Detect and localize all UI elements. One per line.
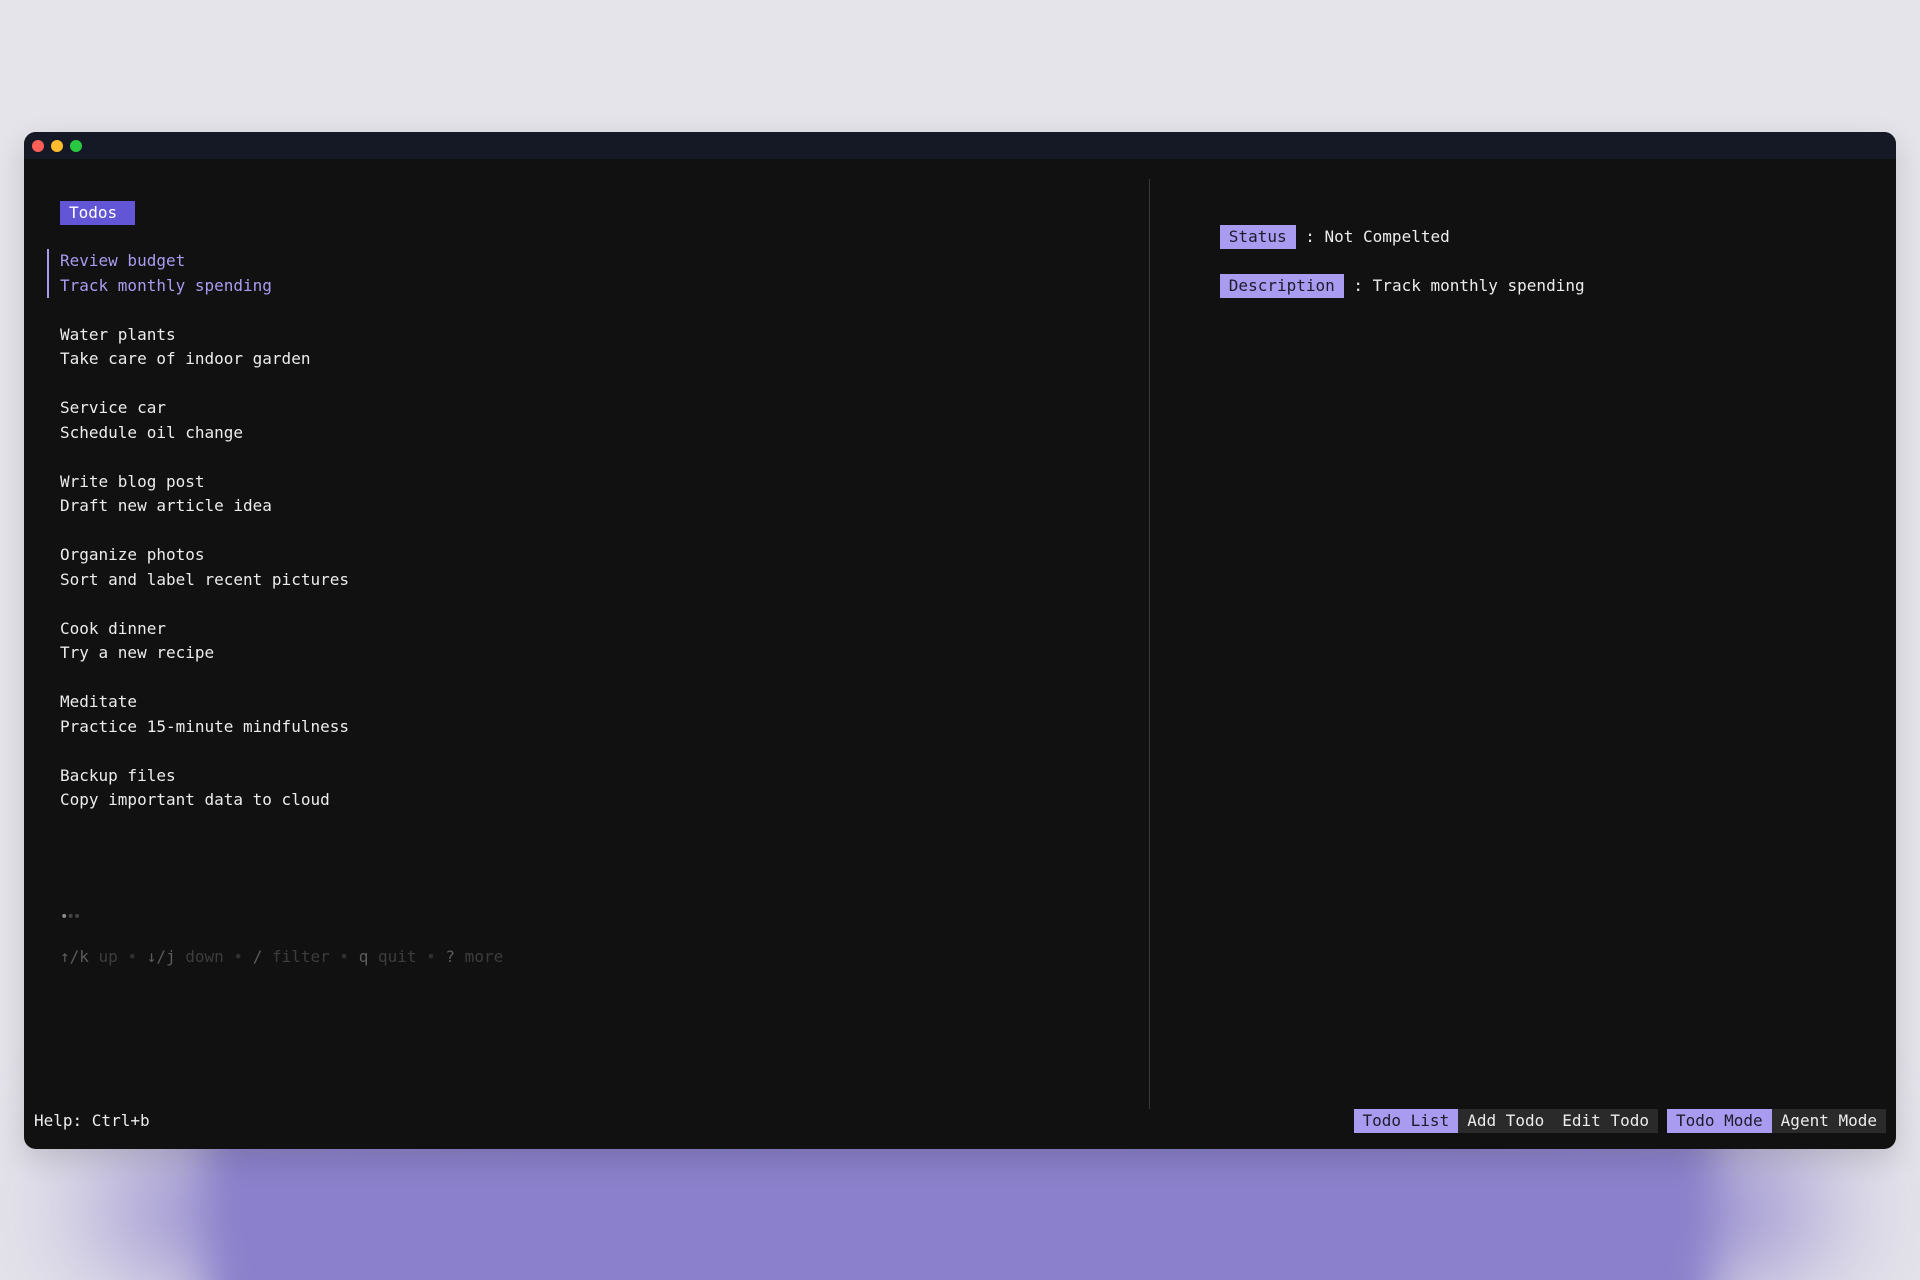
todo-title: Backup files	[60, 765, 176, 785]
todo-item[interactable]: Cook dinner Try a new recipe	[60, 617, 960, 666]
keybinding-help: ↑/k up • ↓/j down • / filter • q quit • …	[60, 947, 503, 966]
todo-item[interactable]: Organize photos Sort and label recent pic…	[60, 543, 960, 592]
todo-item[interactable]: Water plants Take care of indoor garden	[60, 323, 960, 372]
todo-description: Try a new recipe	[60, 643, 215, 662]
mode-tab-todo-mode[interactable]: Todo Mode	[1666, 1109, 1772, 1133]
tab-add-todo[interactable]: Add Todo	[1458, 1109, 1554, 1133]
description-label: Description	[1219, 274, 1344, 298]
background-glow-core	[210, 1130, 1710, 1280]
pagination-dots: •••	[60, 909, 82, 925]
todo-description: Sort and label recent pictures	[60, 569, 349, 589]
todo-title: Review budget	[60, 251, 186, 270]
view-tabs: Todo List Add Todo Edit Todo Todo Mode Agent…	[1353, 1109, 1886, 1133]
help-description: quit	[368, 947, 417, 966]
todo-title: Cook dinner	[60, 618, 166, 638]
tab-todo-list[interactable]: Todo List	[1353, 1109, 1459, 1133]
help-separator: •	[329, 947, 359, 966]
close-window-button[interactable]	[32, 140, 44, 152]
help-key: ↑/k	[60, 947, 89, 966]
help-description: more	[455, 947, 504, 966]
status-value: : Not Compelted	[1305, 227, 1450, 246]
todo-title: Meditate	[60, 692, 138, 711]
tab-edit-todo[interactable]: Edit Todo	[1553, 1109, 1658, 1133]
tab-group-gap	[1658, 1109, 1667, 1133]
todo-item[interactable]: Meditate Practice 15-minute mindfulness	[60, 690, 960, 739]
help-description: filter	[262, 947, 330, 966]
status-row: Status : Not Compelted	[1162, 201, 1450, 249]
help-key: ↓/j	[146, 947, 176, 966]
todo-list: Review budget Track monthly spending Water…	[47, 249, 960, 837]
todo-title: Write blog post	[60, 471, 205, 491]
help-key: ?	[445, 947, 456, 966]
tui-content: Todos Review budget Track monthly spendin…	[24, 159, 1896, 1149]
todo-item[interactable]: Service car Schedule oil change	[60, 396, 960, 445]
todo-description: Take care of indoor garden	[60, 349, 311, 368]
status-bar: Help: Ctrl+b Todo List Add Todo Edit Todo T…	[24, 1109, 1896, 1133]
help-key: q	[358, 947, 369, 966]
list-title: Todos	[60, 201, 136, 225]
todo-description: Track monthly spending	[60, 275, 272, 295]
todo-item[interactable]: Write blog post Draft new article idea	[60, 470, 960, 519]
todo-item[interactable]: Review budget Track monthly spending	[47, 249, 960, 298]
todo-title: Organize photos	[60, 545, 205, 564]
todo-description: Draft new article idea	[60, 496, 272, 515]
todo-description: Practice 15-minute mindfulness	[60, 716, 349, 736]
terminal-window: Todos Review budget Track monthly spendin…	[24, 132, 1896, 1149]
mode-tab-agent-mode[interactable]: Agent Mode	[1771, 1109, 1886, 1133]
todo-description: Schedule oil change	[60, 422, 244, 442]
todo-item[interactable]: Backup files Copy important data to cloud	[60, 764, 960, 813]
todo-title: Service car	[60, 398, 166, 417]
description-value: : Track monthly spending	[1353, 276, 1585, 295]
help-hint: Help: Ctrl+b	[34, 1111, 150, 1130]
todo-title: Water plants	[60, 324, 176, 344]
todo-description: Copy important data to cloud	[60, 790, 330, 809]
description-row: Description : Track monthly spending	[1162, 250, 1585, 298]
help-separator: •	[416, 947, 446, 966]
help-key: /	[252, 947, 263, 966]
minimize-window-button[interactable]	[51, 140, 63, 152]
help-separator: •	[223, 947, 253, 966]
help-description: down	[175, 947, 224, 966]
pane-divider	[1149, 179, 1150, 1109]
pager-dot: •	[72, 909, 82, 925]
window-titlebar	[24, 132, 1896, 159]
status-label: Status	[1219, 225, 1296, 249]
help-separator: •	[117, 947, 147, 966]
maximize-window-button[interactable]	[70, 140, 82, 152]
help-description: up	[88, 947, 118, 966]
